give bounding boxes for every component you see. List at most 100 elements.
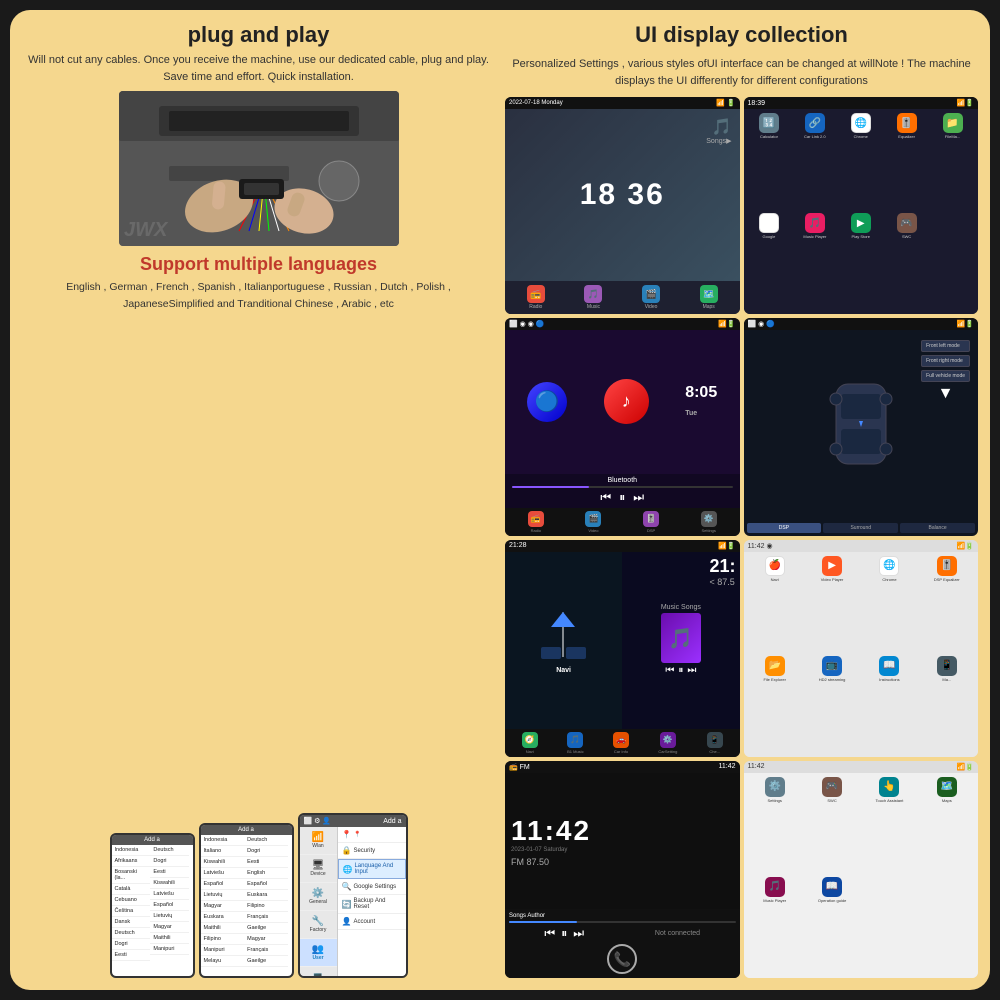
ui-screen-music-nav: 21:28 📶🔋 <box>505 540 740 757</box>
che-label: Che... <box>709 749 720 754</box>
app-more: 📱 Ma... <box>920 656 974 753</box>
music-album-icon: 🎵 <box>668 626 693 651</box>
settings-item-google[interactable]: 🔍 Google Settings <box>338 879 406 895</box>
screen5-time: 21: <box>709 556 735 577</box>
ui-cell-appgrid: 18:39 📶🔋 🔢 Calculator 🔗 Car Link 2.0 <box>744 97 979 314</box>
radio-play[interactable]: ⏸ <box>561 926 567 941</box>
lang-item: Lietuvių <box>201 890 245 901</box>
chrome2-label: Chrome <box>882 577 896 582</box>
status-time-2: 18:39 <box>748 100 766 107</box>
phone-icon[interactable]: 📞 <box>607 944 637 974</box>
carlink-icon: 🔗 <box>805 113 825 133</box>
app-carlink: 🔗 Car Link 2.0 <box>793 113 836 210</box>
opguide-icon: 📖 <box>822 877 842 897</box>
right-panel: UI display collection Personalized Setti… <box>505 22 978 978</box>
plug-image-inner: JWX <box>119 91 399 246</box>
swc-label: SWC <box>902 234 911 239</box>
carinfo-label: Car Info <box>614 749 628 754</box>
settings-item-backup[interactable]: 🔄 Backup And Reset <box>338 895 406 914</box>
bt-status-right: 📶🔋 <box>718 320 735 328</box>
music-prev[interactable]: ⏮ <box>665 665 674 676</box>
music-nav-status: 21:28 <box>509 542 527 549</box>
lang-item: English <box>244 868 288 879</box>
lang-panel-header2: Add a <box>201 825 292 835</box>
plug-image: JWX <box>119 91 399 246</box>
dsp-tab-dsp[interactable]: DSP <box>747 523 822 533</box>
ui-display-desc: Personalized Settings , various styles o… <box>505 56 978 89</box>
screen6-time: 11:42 ◉ <box>748 542 773 550</box>
settings-item-location[interactable]: 📍 📍 <box>338 827 406 843</box>
maps-icon: 🗺️ <box>700 285 718 303</box>
lang-item: Euskara <box>201 912 245 923</box>
instructions-label: Instructions <box>879 677 899 682</box>
equalizer-icon: 🎚️ <box>897 113 917 133</box>
settings-nav-system[interactable]: 💻 System <box>300 967 337 976</box>
swc2-icon: 🎮 <box>822 777 842 797</box>
status-signal: 📶 🔋 <box>716 99 735 107</box>
settings-item-security[interactable]: 🔒 Security <box>338 843 406 859</box>
lang-item: Eesti <box>244 857 288 868</box>
lang-item: Melayu <box>201 956 245 967</box>
b-video-label: Video <box>588 528 598 533</box>
video-label: Video <box>645 304 658 310</box>
ui-cell-music-nav: 21:28 📶🔋 <box>505 540 740 757</box>
bottom-apps-3: 📻 Radio 🎬 Video 🎚️ DSP ⚙️ <box>505 508 740 536</box>
icon-row-1: 📻 Radio 🎵 Music 🎬 Video 🗺️ <box>505 281 740 314</box>
music-song-label: Music Songs <box>661 604 701 611</box>
lang-item: Kiswahili <box>150 878 189 889</box>
ui-cell-appgrid2: 11:42 ◉ 📶🔋 🍎 Navi ▶ Video Player <box>744 540 979 757</box>
navi-label: Navi <box>526 749 534 754</box>
settings-nav-user[interactable]: 👥 User <box>300 939 337 967</box>
radio-next[interactable]: ⏭ <box>573 926 584 941</box>
app-swc2: 🎮 SWC <box>805 777 859 874</box>
app-touchassist: 👆 Touch Assistant <box>862 777 916 874</box>
lang-item: Dansk <box>112 917 151 928</box>
play-icon[interactable]: ⏸ <box>619 490 625 505</box>
left-panel: plug and play Will not cut any cables. O… <box>22 22 495 978</box>
front-left-btn[interactable]: Front left mode <box>921 340 970 352</box>
music-play[interactable]: ⏸ <box>678 665 683 676</box>
settings-nav-device[interactable]: 🖥 Device <box>300 855 337 883</box>
settings-menu: ⬜ ⚙ 👤 Add a 📶 Wlan 🖥 Device <box>300 815 406 976</box>
down-arrow[interactable]: ▼ <box>921 385 970 403</box>
navi-icon: 🧭 <box>522 732 538 748</box>
music-next[interactable]: ⏭ <box>687 665 696 676</box>
lang-item: Filipino <box>244 901 288 912</box>
dsp-tab-surround[interactable]: Surround <box>823 523 898 533</box>
b-app-video: 🎬 Video <box>585 511 601 533</box>
fileexplorer-icon: 📂 <box>765 656 785 676</box>
videoplayer-label: Video Player <box>821 577 844 582</box>
status-bar-3: ⬜ ◉ ◉ 🔵 📶🔋 <box>505 318 740 330</box>
prev-icon[interactable]: ⏮ <box>600 490 611 505</box>
main-container: plug and play Will not cut any cables. O… <box>10 10 990 990</box>
screen6-icons: 📶🔋 <box>957 542 974 550</box>
b-dsp-label: DSP <box>647 528 655 533</box>
settings-item-language[interactable]: 🌐 Lanquage And Input <box>338 859 406 879</box>
full-vehicle-btn[interactable]: Full vehicle mode <box>921 370 970 382</box>
app-chrome: 🌐 Chrome <box>839 113 882 210</box>
radio-prev[interactable]: ⏮ <box>544 926 555 941</box>
lang-item: Deutsch <box>244 835 288 846</box>
dsp-tab-balance[interactable]: Balance <box>900 523 975 533</box>
music-nav-icons: 📶🔋 <box>718 542 735 550</box>
lang-item: Bosanski (la... <box>112 867 151 884</box>
ui-cell-settings-grid: 11:42 📶🔋 ⚙️ Settings 🎮 SWC � <box>744 761 979 978</box>
icon-music: 🎵 Music <box>584 285 602 310</box>
lang-item: Maithili <box>201 923 245 934</box>
bt-label: Bluetooth <box>508 477 737 484</box>
next-icon[interactable]: ⏭ <box>633 490 644 505</box>
b-app-radio: 📻 Radio <box>528 511 544 533</box>
settings-nav-general[interactable]: ⚙️ General <box>300 883 337 911</box>
touchassist-label: Touch Assistant <box>876 798 904 803</box>
apple-label: Navi <box>771 577 779 582</box>
ui-cell-clock1: 2022-07-18 Monday 📶 🔋 18 36 🎵 Songs▶ 📻 R… <box>505 97 740 314</box>
ui-cell-dsp: ⬜ ◉ 🔵 📶🔋 <box>744 318 979 535</box>
clock-display: 18 36 <box>580 178 665 212</box>
more-icon: 📱 <box>937 656 957 676</box>
settings-nav-factory[interactable]: 🔧 Factory <box>300 911 337 939</box>
settings-item-account[interactable]: 👤 Account <box>338 914 406 930</box>
music-icon: 🎵 <box>584 285 602 303</box>
settings-nav-wlan[interactable]: 📶 Wlan <box>300 827 337 855</box>
b-radio-label: Radio <box>531 528 541 533</box>
front-right-btn[interactable]: Front right mode <box>921 355 970 367</box>
